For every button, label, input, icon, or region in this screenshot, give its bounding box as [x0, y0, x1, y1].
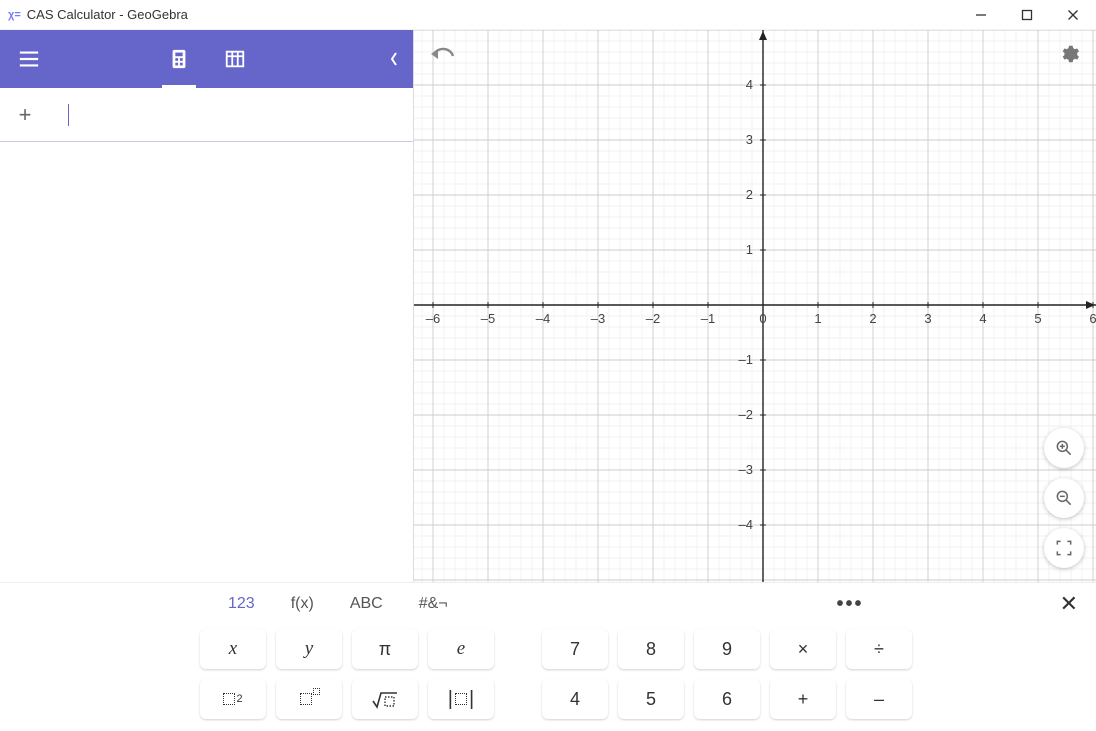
virtual-keyboard: 123 f(x) ABC #&¬ ••• ✕ x y π e 7 8 9 × ÷…: [0, 582, 1096, 731]
collapse-panel-button[interactable]: [389, 30, 399, 88]
app-toolbar: [0, 30, 413, 88]
svg-text:5: 5: [1034, 311, 1041, 326]
key-plus[interactable]: +: [770, 679, 836, 719]
fullscreen-button[interactable]: [1044, 528, 1084, 568]
app-icon: χ=: [8, 9, 21, 21]
key-9[interactable]: 9: [694, 629, 760, 669]
kb-tab-abc[interactable]: ABC: [342, 591, 391, 617]
cas-input-row[interactable]: +: [0, 88, 413, 142]
key-y[interactable]: y: [276, 629, 342, 669]
svg-text:2: 2: [869, 311, 876, 326]
undo-button[interactable]: [430, 44, 456, 69]
svg-text:–2: –2: [739, 407, 753, 422]
window-title: CAS Calculator - GeoGebra: [27, 7, 188, 22]
graph-canvas[interactable]: –6–5–4–3–2–101234564321–1–2–3–4: [414, 30, 1096, 582]
svg-text:–6: –6: [426, 311, 440, 326]
svg-text:–4: –4: [536, 311, 550, 326]
key-power[interactable]: [276, 679, 342, 719]
kb-tab-fx[interactable]: f(x): [283, 591, 322, 617]
window-controls: [958, 0, 1096, 30]
kb-close-button[interactable]: ✕: [1052, 591, 1086, 617]
maximize-button[interactable]: [1004, 0, 1050, 30]
key-8[interactable]: 8: [618, 629, 684, 669]
algebra-view-tab[interactable]: [168, 30, 190, 88]
key-sqrt[interactable]: [352, 679, 418, 719]
settings-button[interactable]: [1058, 43, 1080, 70]
menu-button[interactable]: [0, 30, 58, 88]
key-abs[interactable]: ||: [428, 679, 494, 719]
key-divide[interactable]: ÷: [846, 629, 912, 669]
svg-text:3: 3: [924, 311, 931, 326]
key-pi[interactable]: π: [352, 629, 418, 669]
key-minus[interactable]: –: [846, 679, 912, 719]
titlebar: χ= CAS Calculator - GeoGebra: [0, 0, 1096, 30]
input-caret: [68, 104, 69, 126]
svg-text:3: 3: [746, 132, 753, 147]
close-window-button[interactable]: [1050, 0, 1096, 30]
key-7[interactable]: 7: [542, 629, 608, 669]
kb-more-button[interactable]: •••: [829, 593, 872, 616]
table-view-tab[interactable]: [224, 30, 246, 88]
cas-panel: +: [0, 30, 414, 582]
svg-text:–4: –4: [739, 517, 753, 532]
graph-panel[interactable]: –6–5–4–3–2–101234564321–1–2–3–4: [414, 30, 1096, 582]
key-5[interactable]: 5: [618, 679, 684, 719]
svg-text:–2: –2: [646, 311, 660, 326]
zoom-out-button[interactable]: [1044, 478, 1084, 518]
key-e[interactable]: e: [428, 629, 494, 669]
key-6[interactable]: 6: [694, 679, 760, 719]
zoom-in-button[interactable]: [1044, 428, 1084, 468]
svg-text:1: 1: [814, 311, 821, 326]
key-4[interactable]: 4: [542, 679, 608, 719]
svg-text:–3: –3: [739, 462, 753, 477]
add-expression-button[interactable]: +: [0, 88, 50, 142]
svg-text:1: 1: [746, 242, 753, 257]
kb-tab-sym[interactable]: #&¬: [411, 591, 456, 617]
svg-text:6: 6: [1089, 311, 1096, 326]
svg-text:–1: –1: [739, 352, 753, 367]
svg-text:4: 4: [979, 311, 986, 326]
svg-text:–3: –3: [591, 311, 605, 326]
minimize-button[interactable]: [958, 0, 1004, 30]
svg-text:2: 2: [746, 187, 753, 202]
key-x[interactable]: x: [200, 629, 266, 669]
key-multiply[interactable]: ×: [770, 629, 836, 669]
svg-text:–5: –5: [481, 311, 495, 326]
key-square[interactable]: 2: [200, 679, 266, 719]
svg-text:–1: –1: [701, 311, 715, 326]
kb-tab-123[interactable]: 123: [220, 591, 263, 617]
svg-text:0: 0: [759, 311, 766, 326]
